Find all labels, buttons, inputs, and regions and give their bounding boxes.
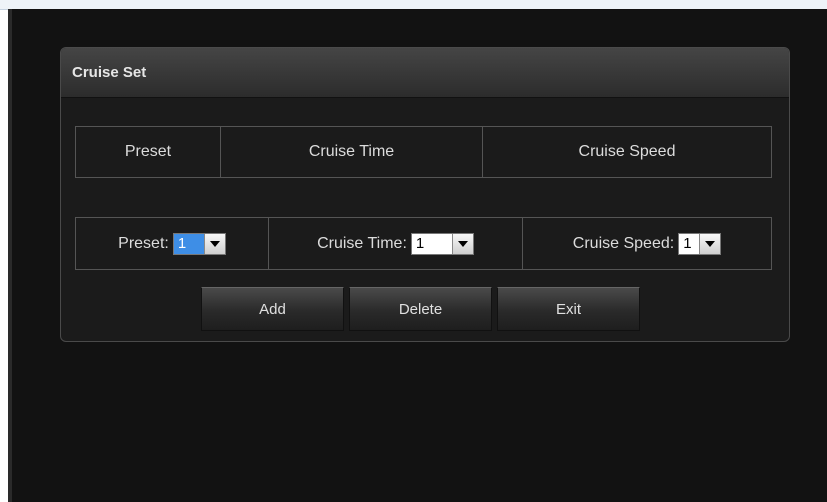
panel-title: Cruise Set	[72, 64, 147, 81]
preset-select[interactable]: 1	[172, 232, 226, 255]
cruise-speed-label: Cruise Speed:	[572, 234, 675, 252]
chevron-down-icon[interactable]	[451, 233, 473, 254]
add-button[interactable]: Add	[201, 287, 344, 331]
exit-button[interactable]: Exit	[497, 287, 640, 331]
app-screen: Cruise Set Preset Cruise Time Cruise Spe…	[12, 9, 827, 502]
delete-button[interactable]: Delete	[349, 287, 492, 331]
cruise-speed-select-value: 1	[683, 235, 692, 252]
preset-label: Preset:	[118, 234, 169, 252]
column-header-cruise-speed: Cruise Speed	[482, 127, 771, 177]
chevron-down-icon[interactable]	[699, 233, 721, 254]
preset-select-value: 1	[173, 233, 204, 254]
cruise-speed-cell: Cruise Speed: 1	[522, 218, 771, 269]
panel-header: Cruise Set	[61, 48, 789, 98]
cruise-time-cell: Cruise Time: 1	[268, 218, 522, 269]
column-header-cruise-time: Cruise Time	[220, 127, 482, 177]
cruise-time-select[interactable]: 1	[410, 232, 474, 255]
cruise-speed-select[interactable]: 1	[678, 232, 722, 255]
column-header-preset: Preset	[124, 143, 172, 160]
preset-cell: Preset: 1	[76, 218, 268, 269]
chevron-down-icon[interactable]	[203, 233, 225, 254]
cruise-list-header: Preset Cruise Time Cruise Speed	[75, 126, 772, 178]
cruise-time-select-value: 1	[415, 235, 425, 252]
cruise-controls-row: Preset: 1 Cruise Time: 1 Cruise Speed: 1	[75, 217, 772, 270]
action-buttons: Add Delete Exit	[201, 287, 640, 331]
cruise-time-label: Cruise Time:	[317, 234, 407, 252]
cruise-set-panel: Cruise Set Preset Cruise Time Cruise Spe…	[60, 47, 790, 342]
